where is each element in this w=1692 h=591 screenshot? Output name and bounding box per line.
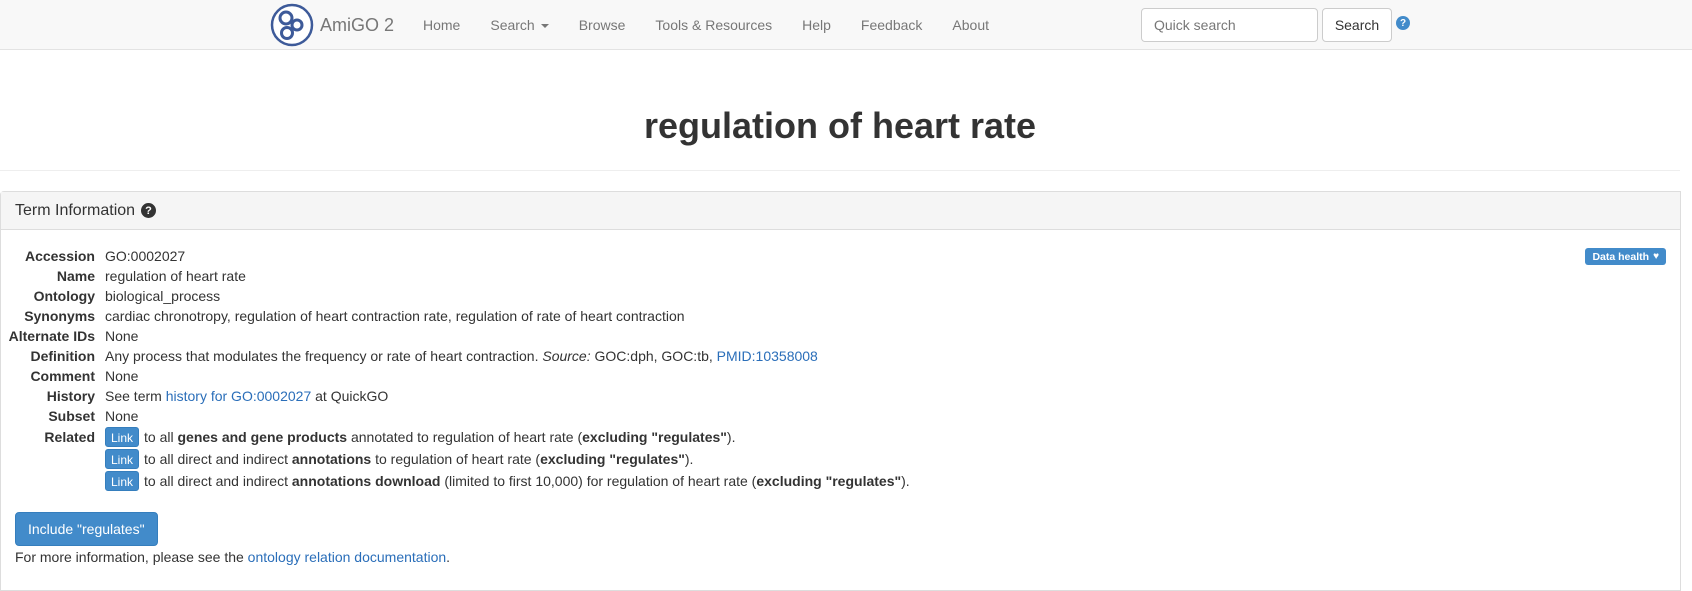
panel-heading: Term Information ? xyxy=(1,192,1680,230)
panel-title: Term Information xyxy=(15,201,136,219)
source-label: Source: xyxy=(542,348,591,364)
related-link-button-3[interactable]: Link xyxy=(105,471,140,491)
related-3-pre: to all direct and indirect xyxy=(144,473,288,489)
row-alternate-ids: Alternate IDs None xyxy=(1,326,910,346)
page-title: regulation of heart rate xyxy=(643,105,1037,146)
source-text: GOC:dph, GOC:tb, xyxy=(594,348,713,364)
related-item-3: Link to all direct and indirect annotatio… xyxy=(105,471,910,491)
related-item-2: Link to all direct and indirect annotatio… xyxy=(105,449,693,469)
data-health-badge[interactable]: Data health ♥ xyxy=(1585,248,1666,265)
nav-tools-resources[interactable]: Tools & Resources xyxy=(640,0,787,50)
related-3-bold: annotations download xyxy=(291,473,441,489)
amigo-logo-icon xyxy=(270,3,314,47)
subset-label: Subset xyxy=(48,408,95,424)
related-1-post: ). xyxy=(726,429,736,445)
related-3-post: ). xyxy=(901,473,910,489)
nav-browse[interactable]: Browse xyxy=(564,0,641,50)
history-pre: See term xyxy=(105,388,162,404)
history-value: See term history for GO:0002027 at Quick… xyxy=(105,388,388,404)
row-subset: Subset None xyxy=(1,406,910,426)
related-2-pre: to all direct and indirect xyxy=(144,451,288,467)
name-label: Name xyxy=(56,268,95,284)
synonyms-label: Synonyms xyxy=(24,308,95,324)
row-name: Name regulation of heart rate xyxy=(1,266,910,286)
related-2-excl: excluding "regulates" xyxy=(540,451,685,467)
term-information-panel: Term Information ? Data health ♥ Accessi… xyxy=(0,191,1681,591)
caret-down-icon xyxy=(540,24,549,29)
row-history: History See term history for GO:0002027 … xyxy=(1,386,910,406)
title-divider xyxy=(0,170,1680,171)
row-synonyms: Synonyms cardiac chronotropy, regulation… xyxy=(1,306,910,326)
related-1-excl: excluding "regulates" xyxy=(582,429,727,445)
ontology-relation-doc-link[interactable]: ontology relation documentation xyxy=(248,549,446,565)
related-2-post: ). xyxy=(684,451,694,467)
related-1-pre: to all xyxy=(144,429,174,445)
related-link-button-2[interactable]: Link xyxy=(105,449,140,469)
more-info-pre: For more information, please see the xyxy=(15,549,244,565)
subset-value: None xyxy=(105,408,139,424)
definition-text: Any process that modulates the frequency… xyxy=(105,348,539,364)
more-info-text: For more information, please see the ont… xyxy=(15,549,450,565)
ontology-value: biological_process xyxy=(105,288,221,304)
related-3-mid: (limited to first 10,000) for regulation… xyxy=(444,473,757,489)
history-link[interactable]: history for GO:0002027 xyxy=(166,388,312,404)
row-related-1: Related Link to all genes and gene produc… xyxy=(1,426,910,448)
quick-search-input[interactable] xyxy=(1141,8,1318,42)
help-circle-icon[interactable]: ? xyxy=(1396,16,1410,30)
comment-value: None xyxy=(105,368,139,384)
nav-home[interactable]: Home xyxy=(408,0,475,50)
definition-label: Definition xyxy=(30,348,95,364)
row-definition: Definition Any process that modulates th… xyxy=(1,346,910,366)
alternate-ids-label: Alternate IDs xyxy=(8,328,95,344)
related-item-1: Link to all genes and gene products annot… xyxy=(105,427,735,447)
related-2-mid: to regulation of heart rate ( xyxy=(375,451,541,467)
include-regulates-button[interactable]: Include "regulates" xyxy=(15,512,158,546)
question-circle-icon[interactable]: ? xyxy=(141,203,157,218)
comment-label: Comment xyxy=(30,368,95,384)
nav-search-label: Search xyxy=(490,17,535,33)
row-related-2: Link to all direct and indirect annotatio… xyxy=(1,448,910,470)
brand-name[interactable]: AmiGO 2 xyxy=(320,15,394,36)
history-post: at QuickGO xyxy=(315,388,389,404)
nav-search-dropdown[interactable]: Search xyxy=(475,0,563,50)
accession-label: Accession xyxy=(24,248,95,264)
heart-icon: ♥ xyxy=(1653,251,1659,262)
nav-feedback[interactable]: Feedback xyxy=(846,0,937,50)
synonyms-value: cardiac chronotropy, regulation of heart… xyxy=(105,308,685,324)
term-details: Accession GO:0002027 Name regulation of … xyxy=(1,246,910,492)
related-link-button-1[interactable]: Link xyxy=(105,427,140,447)
related-3-excl: excluding "regulates" xyxy=(756,473,902,489)
row-ontology: Ontology biological_process xyxy=(1,286,910,306)
accession-value: GO:0002027 xyxy=(105,248,186,264)
more-info-post: . xyxy=(446,549,451,565)
top-navbar: AmiGO 2 Home Search Browse Tools & Resou… xyxy=(0,0,1692,50)
definition-value: Any process that modulates the frequency… xyxy=(105,348,818,364)
brand[interactable]: AmiGO 2 xyxy=(270,3,394,47)
data-health-label: Data health xyxy=(1592,250,1650,263)
related-label: Related xyxy=(44,429,95,445)
nav-help[interactable]: Help xyxy=(787,0,846,50)
nav-links: Home Search Browse Tools & Resources Hel… xyxy=(408,0,1004,50)
related-1-bold: genes and gene products xyxy=(177,429,348,445)
ontology-label: Ontology xyxy=(33,288,95,304)
search-button[interactable]: Search xyxy=(1322,8,1392,42)
pmid-link[interactable]: PMID:10358008 xyxy=(717,348,818,364)
name-value: regulation of heart rate xyxy=(105,268,246,284)
history-label: History xyxy=(46,388,95,404)
nav-about[interactable]: About xyxy=(937,0,1004,50)
row-accession: Accession GO:0002027 xyxy=(1,246,910,266)
related-1-mid: annotated to regulation of heart rate ( xyxy=(350,429,583,445)
row-related-3: Link to all direct and indirect annotatio… xyxy=(1,470,910,492)
related-2-bold: annotations xyxy=(291,451,372,467)
alternate-ids-value: None xyxy=(105,328,139,344)
row-comment: Comment None xyxy=(1,366,910,386)
